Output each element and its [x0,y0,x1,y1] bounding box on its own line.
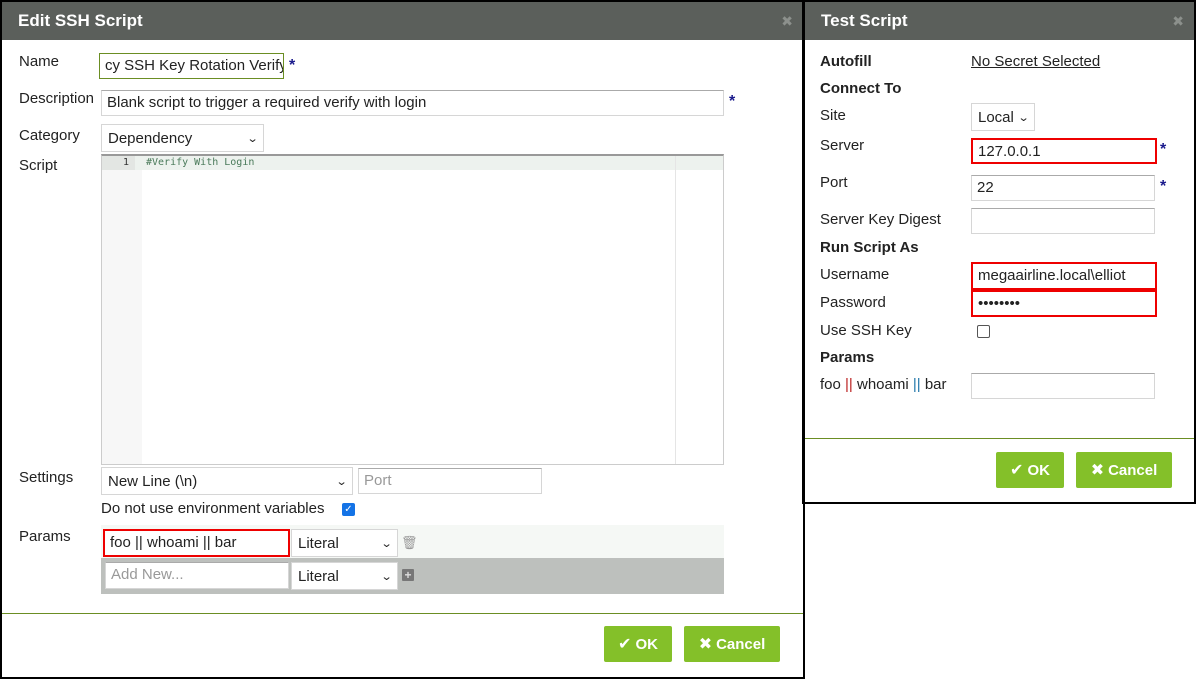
check-icon: ✔ [1010,462,1024,479]
code-line: #Verify With Login [146,157,255,168]
server-input[interactable]: 127.0.0.1 [971,138,1157,164]
edit-dialog-title: Edit SSH Script [18,11,143,30]
param-value-input[interactable] [971,373,1155,399]
line-ending-select[interactable]: New Line (\n) ⌄ [101,467,353,495]
line-number: 1 [102,156,135,170]
new-param-type-select[interactable]: Literal ⌄ [291,562,398,590]
chevron-down-icon: ⌄ [246,132,259,145]
autofill-label: Autofill [820,53,872,70]
site-select[interactable]: Local ⌄ [971,103,1035,131]
connect-to-heading: Connect To [820,80,902,97]
test-dialog-titlebar: Test Script ✖ [805,2,1194,40]
params-label: Params [19,528,71,545]
password-label: Password [820,294,886,311]
site-label: Site [820,107,846,124]
server-key-digest-label: Server Key Digest [820,211,941,228]
required-star: * [289,57,296,74]
cancel-label: Cancel [716,635,766,653]
chevron-down-icon: ⌄ [380,537,393,550]
check-icon: ✔ [618,636,632,653]
chevron-down-icon: ⌄ [335,475,348,488]
param-pipe: || [845,376,853,393]
test-script-dialog: Test Script ✖ Autofill No Secret Selecte… [802,0,1196,504]
category-label: Category [19,127,80,144]
env-vars-label: Do not use environment variables [101,500,325,517]
env-vars-checkbox[interactable]: ✓ [342,503,355,516]
required-star: * [1160,178,1167,195]
required-star: * [729,93,736,110]
editor-margin-line [675,156,676,464]
chevron-down-icon: ⌄ [380,570,393,583]
param-part: bar [920,376,947,393]
server-label: Server [820,137,865,154]
edit-ssh-script-dialog: Edit SSH Script ✖ Name cy SSH Key Rotati… [0,0,805,679]
username-label: Username [820,266,890,283]
port-placeholder: Port [364,472,392,489]
name-label: Name [19,53,60,70]
site-selected: Local [978,108,1014,126]
new-param-type-selected: Literal [298,567,339,585]
ok-label: OK [635,635,658,653]
params-heading: Params [820,349,875,366]
plus-icon[interactable]: + [402,569,414,581]
description-input[interactable]: Blank script to trigger a required verif… [101,90,724,116]
param-value-input[interactable]: foo || whoami || bar [103,529,290,557]
ok-button[interactable]: ✔ OK [996,452,1064,488]
server-key-digest-input[interactable] [971,208,1155,234]
footer-divider [805,438,1194,439]
param-name-label: foo || whoami || bar [820,376,947,393]
no-secret-selected-link[interactable]: No Secret Selected [971,53,1100,70]
param-pipe: || [912,376,921,393]
username-input[interactable]: megaairline.local\elliot [971,262,1157,290]
footer-divider [2,613,803,614]
editor-gutter [102,156,142,464]
category-selected: Dependency [108,129,193,147]
add-new-placeholder: Add New... [111,566,184,583]
param-type-select[interactable]: Literal ⌄ [291,529,398,557]
test-dialog-title: Test Script [821,11,908,30]
param-part: whoami [852,376,913,393]
add-new-param-input[interactable]: Add New... [105,562,289,589]
port-input[interactable]: 22 [971,175,1155,201]
use-ssh-key-checkbox[interactable] [977,325,990,338]
x-icon: ✖ [1090,462,1105,479]
category-select[interactable]: Dependency ⌄ [101,124,264,152]
cancel-button[interactable]: ✖ Cancel [684,626,780,662]
name-input[interactable]: cy SSH Key Rotation Verify [99,53,284,79]
script-label: Script [19,157,58,174]
edit-dialog-titlebar: Edit SSH Script ✖ [2,2,803,40]
run-script-as-heading: Run Script As [820,239,919,256]
x-icon: ✖ [698,636,713,653]
settings-label: Settings [19,469,74,486]
ok-label: OK [1027,461,1050,479]
script-editor[interactable]: 1 #Verify With Login [101,154,724,465]
cancel-label: Cancel [1108,461,1158,479]
use-ssh-key-label: Use SSH Key [820,322,912,339]
param-part: foo [820,376,846,393]
trash-icon[interactable]: 🗑 [401,535,418,551]
required-star: * [1160,141,1167,158]
port-input[interactable]: Port [358,468,542,494]
chevron-down-icon: ⌄ [1017,111,1030,124]
close-icon[interactable]: ✖ [781,13,793,30]
close-icon[interactable]: ✖ [1172,13,1184,30]
cancel-button[interactable]: ✖ Cancel [1076,452,1172,488]
param-type-selected: Literal [298,534,339,552]
port-label: Port [820,174,848,191]
line-ending-selected: New Line (\n) [108,472,198,490]
ok-button[interactable]: ✔ OK [604,626,672,662]
password-input[interactable]: •••••••• [971,290,1157,317]
description-label: Description [19,90,95,107]
